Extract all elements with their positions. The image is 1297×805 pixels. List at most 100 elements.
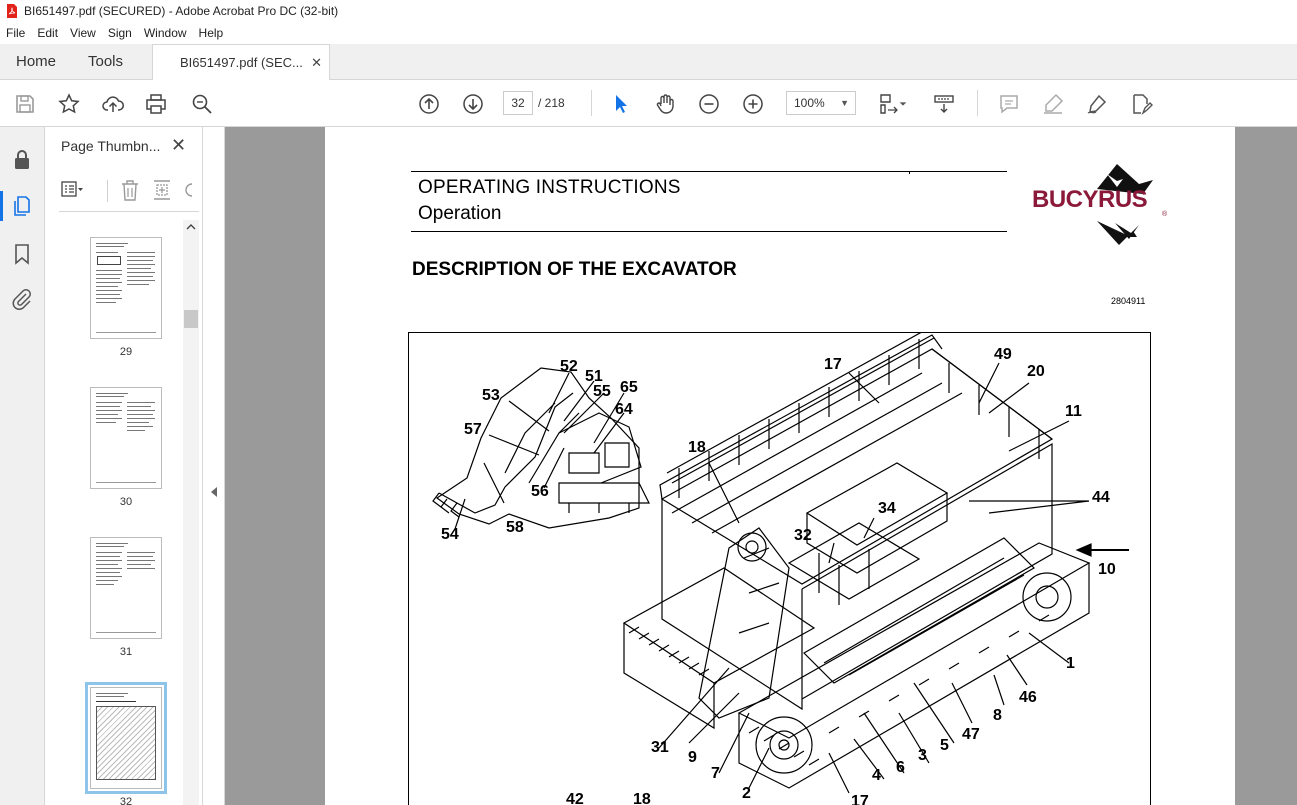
panel-splitter[interactable]	[203, 127, 225, 805]
pdf-page: OPERATING INSTRUCTIONS Operation BUCYRUS…	[325, 127, 1235, 805]
hand-tool-icon[interactable]	[652, 91, 678, 117]
toolbar-divider	[107, 180, 108, 202]
callout-label: 20	[1027, 363, 1045, 380]
scroll-mode-icon[interactable]	[931, 91, 957, 117]
callout-label: 65	[620, 379, 638, 396]
callout-label: 44	[1092, 489, 1110, 506]
menu-view[interactable]: View	[64, 26, 102, 40]
left-tool-rail	[0, 127, 45, 805]
callout-label: 18	[633, 791, 651, 805]
acrobat-window: BI651497.pdf (SECURED) - Adobe Acrobat P…	[0, 0, 1297, 805]
page-total: / 218	[538, 96, 565, 110]
menu-window[interactable]: Window	[138, 26, 193, 40]
excavator-line-drawing	[432, 333, 1129, 794]
tab-home[interactable]: Home	[16, 44, 56, 80]
callout-label: 34	[878, 500, 896, 517]
page-number-input[interactable]: 32	[503, 91, 533, 115]
header-rule	[411, 171, 1007, 172]
zoom-level-dropdown[interactable]: 100% ▼	[786, 91, 856, 115]
page-thumbnail[interactable]	[90, 537, 162, 639]
menu-file[interactable]: File	[0, 26, 31, 40]
callout-label: 4	[872, 767, 881, 784]
close-tab-icon[interactable]: ✕	[311, 45, 322, 81]
callout-label: 56	[531, 483, 549, 500]
scrollbar-thumb[interactable]	[184, 310, 198, 328]
print-icon[interactable]	[143, 91, 169, 117]
thumbnail-scrollbar[interactable]	[183, 220, 199, 805]
callout-label: 10	[1098, 561, 1116, 578]
callout-label: 1	[1066, 655, 1075, 672]
save-icon[interactable]	[12, 91, 38, 117]
select-cursor-icon[interactable]	[608, 91, 634, 117]
brand-name: BUCYRUS	[1032, 186, 1148, 213]
active-indicator	[0, 191, 3, 221]
callout-label: 64	[615, 401, 633, 418]
doc-header-title: OPERATING INSTRUCTIONS	[418, 177, 681, 198]
bookmark-icon[interactable]	[10, 242, 34, 266]
callout-label: 53	[482, 387, 500, 404]
delete-page-icon[interactable]	[119, 178, 141, 202]
callout-label: 57	[464, 421, 482, 438]
callout-label: 58	[506, 519, 524, 536]
callout-label: 18	[688, 439, 706, 456]
options-menu-icon[interactable]	[61, 180, 83, 200]
star-icon[interactable]	[56, 91, 82, 117]
comment-icon[interactable]	[996, 91, 1022, 117]
lock-icon[interactable]	[10, 148, 34, 172]
window-title: BI651497.pdf (SECURED) - Adobe Acrobat P…	[24, 4, 339, 18]
page-thumbnail[interactable]	[90, 237, 162, 339]
header-rule	[909, 171, 910, 174]
callout-label: 55	[593, 383, 611, 400]
tab-tools[interactable]: Tools	[88, 44, 123, 80]
previous-page-icon[interactable]	[416, 91, 442, 117]
upload-cloud-icon[interactable]	[100, 91, 126, 117]
thumbnail-label: 32	[119, 796, 133, 805]
callout-label: 11	[1065, 403, 1082, 420]
chevron-down-icon[interactable]	[895, 91, 911, 117]
chevron-up-icon[interactable]	[186, 223, 196, 231]
close-panel-icon[interactable]: ✕	[171, 135, 186, 156]
document-viewer[interactable]: OPERATING INSTRUCTIONS Operation BUCYRUS…	[225, 127, 1297, 805]
thumbnail-label: 30	[119, 496, 133, 508]
toolbar-divider	[591, 90, 592, 116]
callout-label: 6	[896, 759, 905, 776]
figure-number: 2804911	[1111, 296, 1146, 306]
zoom-level: 100%	[794, 96, 825, 110]
next-page-icon[interactable]	[460, 91, 486, 117]
callout-label: 47	[962, 726, 980, 743]
callout-label: 7	[711, 765, 720, 782]
attachment-paperclip-icon[interactable]	[10, 287, 34, 311]
rotate-page-icon[interactable]	[183, 178, 193, 202]
menu-edit[interactable]: Edit	[31, 26, 64, 40]
highlight-pen-icon[interactable]	[1040, 91, 1066, 117]
menu-sign[interactable]: Sign	[102, 26, 138, 40]
callout-label: 9	[688, 749, 697, 766]
panel-title: Page Thumbn...	[61, 138, 161, 154]
edit-pdf-icon[interactable]	[1128, 91, 1154, 117]
page-thumbnail-selected[interactable]	[85, 682, 167, 794]
sign-pen-icon[interactable]	[1084, 91, 1110, 117]
tab-document[interactable]: BI651497.pdf (SEC... ✕	[152, 44, 330, 81]
title-bar: BI651497.pdf (SECURED) - Adobe Acrobat P…	[0, 0, 1297, 22]
zoom-out-icon[interactable]	[696, 91, 722, 117]
thumbnail-label: 29	[119, 346, 133, 358]
page-thumbnails-icon[interactable]	[10, 194, 34, 218]
collapse-panel-icon[interactable]	[211, 487, 217, 497]
menu-help[interactable]: Help	[193, 26, 230, 40]
callout-label: 46	[1019, 689, 1037, 706]
callout-label: 5	[940, 737, 949, 754]
callout-label: 31	[651, 739, 669, 756]
doc-header-subtitle: Operation	[418, 203, 502, 224]
callout-label: 3	[918, 747, 927, 764]
tab-bar: Home Tools BI651497.pdf (SEC... ✕	[0, 44, 1297, 81]
zoom-search-icon[interactable]	[189, 91, 215, 117]
callout-label: 17	[824, 356, 842, 373]
callout-label: 49	[994, 346, 1012, 363]
excavator-figure: 17 49 20 11 18 44 34 32 10 1 46 8 47 5 3…	[408, 332, 1151, 805]
menu-bar: File Edit View Sign Window Help	[0, 22, 1297, 44]
page-thumbnail[interactable]	[90, 387, 162, 489]
tab-document-label: BI651497.pdf (SEC...	[180, 55, 303, 70]
extract-pages-icon[interactable]	[151, 178, 173, 202]
callout-label: 32	[794, 527, 812, 544]
zoom-in-icon[interactable]	[740, 91, 766, 117]
